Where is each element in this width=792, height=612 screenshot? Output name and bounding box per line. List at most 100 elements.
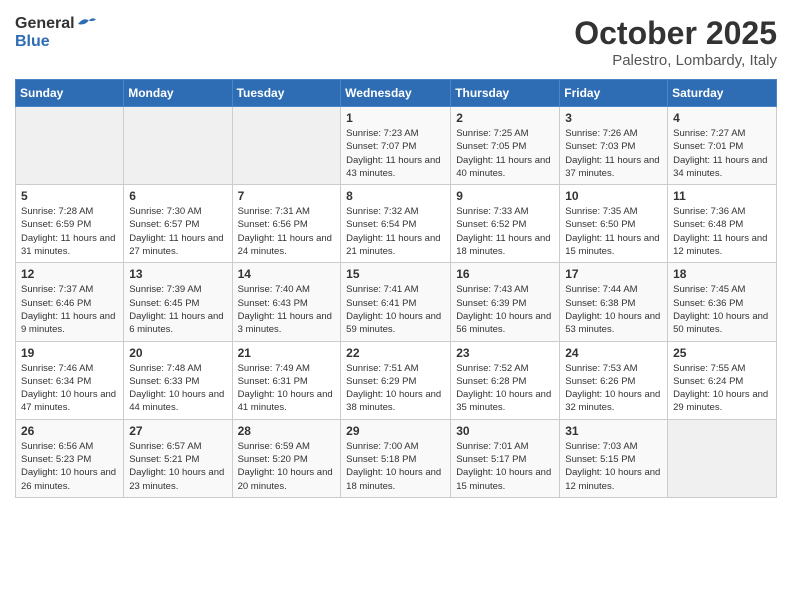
logo: General Blue [15, 15, 98, 51]
cell-info: Sunrise: 7:45 AMSunset: 6:36 PMDaylight:… [673, 283, 771, 336]
calendar-cell: 4 Sunrise: 7:27 AMSunset: 7:01 PMDaylight… [668, 107, 777, 185]
calendar-cell: 7Sunrise: 7:31 AMSunset: 6:56 PMDaylight… [232, 185, 341, 263]
day-number: 17 [565, 267, 662, 281]
day-number: 15 [346, 267, 445, 281]
day-number: 13 [129, 267, 226, 281]
calendar-cell: 13 Sunrise: 7:39 AMSunset: 6:45 PMDayligh… [124, 263, 232, 341]
cell-info: Sunrise: 7:37 AMSunset: 6:46 PMDaylight:… [21, 283, 118, 336]
logo-bird-icon [76, 15, 98, 33]
cell-info: Sunrise: 7:35 AMSunset: 6:50 PMDaylight:… [565, 205, 662, 258]
calendar-cell: 1 Sunrise: 7:23 AMSunset: 7:07 PMDaylight… [341, 107, 451, 185]
logo-general: General [15, 15, 75, 32]
cell-info: Sunrise: 7:36 AMSunset: 6:48 PMDaylight:… [673, 205, 771, 258]
calendar-table: SundayMondayTuesdayWednesdayThursdayFrid… [15, 79, 777, 498]
calendar-cell: 5 Sunrise: 7:28 AMSunset: 6:59 PMDaylight… [16, 185, 124, 263]
day-number: 3 [565, 111, 662, 125]
cell-info: Sunrise: 7:31 AMSunset: 6:56 PMDaylight:… [238, 205, 336, 258]
calendar-cell: 27Sunrise: 6:57 AMSunset: 5:21 PMDayligh… [124, 419, 232, 497]
cell-info: Sunrise: 7:48 AMSunset: 6:33 PMDaylight:… [129, 362, 226, 415]
calendar-cell: 17 Sunrise: 7:44 AMSunset: 6:38 PMDayligh… [560, 263, 668, 341]
day-number: 29 [346, 424, 445, 438]
calendar-cell: 3 Sunrise: 7:26 AMSunset: 7:03 PMDaylight… [560, 107, 668, 185]
cell-info: Sunrise: 7:26 AMSunset: 7:03 PMDaylight:… [565, 127, 662, 180]
cell-info: Sunrise: 7:33 AMSunset: 6:52 PMDaylight:… [456, 205, 554, 258]
cell-info: Sunrise: 7:53 AMSunset: 6:26 PMDaylight:… [565, 362, 662, 415]
cell-info: Sunrise: 7:46 AMSunset: 6:34 PMDaylight:… [21, 362, 118, 415]
calendar-cell: 29 Sunrise: 7:00 AMSunset: 5:18 PMDayligh… [341, 419, 451, 497]
calendar-cell: 30Sunrise: 7:01 AMSunset: 5:17 PMDayligh… [451, 419, 560, 497]
calendar-cell: 16 Sunrise: 7:43 AMSunset: 6:39 PMDayligh… [451, 263, 560, 341]
calendar-header-saturday: Saturday [668, 80, 777, 107]
day-number: 18 [673, 267, 771, 281]
cell-info: Sunrise: 7:30 AMSunset: 6:57 PMDaylight:… [129, 205, 226, 258]
day-number: 27 [129, 424, 226, 438]
cell-info: Sunrise: 7:28 AMSunset: 6:59 PMDaylight:… [21, 205, 118, 258]
cell-info: Sunrise: 7:01 AMSunset: 5:17 PMDaylight:… [456, 440, 554, 493]
day-number: 20 [129, 346, 226, 360]
calendar-cell: 31 Sunrise: 7:03 AMSunset: 5:15 PMDayligh… [560, 419, 668, 497]
day-number: 1 [346, 111, 445, 125]
day-number: 16 [456, 267, 554, 281]
day-number: 24 [565, 346, 662, 360]
calendar-cell: 15 Sunrise: 7:41 AMSunset: 6:41 PMDayligh… [341, 263, 451, 341]
cell-info: Sunrise: 7:41 AMSunset: 6:41 PMDaylight:… [346, 283, 445, 336]
cell-info: Sunrise: 6:56 AMSunset: 5:23 PMDaylight:… [21, 440, 118, 493]
title-block: October 2025 Palestro, Lombardy, Italy [574, 15, 777, 69]
calendar-header-row: SundayMondayTuesdayWednesdayThursdayFrid… [16, 80, 777, 107]
location: Palestro, Lombardy, Italy [574, 52, 777, 69]
day-number: 10 [565, 189, 662, 203]
cell-info: Sunrise: 7:44 AMSunset: 6:38 PMDaylight:… [565, 283, 662, 336]
cell-info: Sunrise: 7:51 AMSunset: 6:29 PMDaylight:… [346, 362, 445, 415]
cell-info: Sunrise: 7:03 AMSunset: 5:15 PMDaylight:… [565, 440, 662, 493]
calendar-cell: 20 Sunrise: 7:48 AMSunset: 6:33 PMDayligh… [124, 341, 232, 419]
calendar-cell: 8 Sunrise: 7:32 AMSunset: 6:54 PMDaylight… [341, 185, 451, 263]
calendar-cell: 6 Sunrise: 7:30 AMSunset: 6:57 PMDaylight… [124, 185, 232, 263]
calendar-cell: 10 Sunrise: 7:35 AMSunset: 6:50 PMDayligh… [560, 185, 668, 263]
calendar-cell: 24 Sunrise: 7:53 AMSunset: 6:26 PMDayligh… [560, 341, 668, 419]
day-number: 14 [238, 267, 336, 281]
cell-info: Sunrise: 7:55 AMSunset: 6:24 PMDaylight:… [673, 362, 771, 415]
header: General Blue October 2025 Palestro, Lomb… [15, 15, 777, 69]
calendar-week-row: 19Sunrise: 7:46 AMSunset: 6:34 PMDayligh… [16, 341, 777, 419]
day-number: 2 [456, 111, 554, 125]
calendar-cell: 28 Sunrise: 6:59 AMSunset: 5:20 PMDayligh… [232, 419, 341, 497]
day-number: 28 [238, 424, 336, 438]
calendar-cell [124, 107, 232, 185]
cell-info: Sunrise: 7:52 AMSunset: 6:28 PMDaylight:… [456, 362, 554, 415]
cell-info: Sunrise: 6:59 AMSunset: 5:20 PMDaylight:… [238, 440, 336, 493]
day-number: 6 [129, 189, 226, 203]
cell-info: Sunrise: 7:32 AMSunset: 6:54 PMDaylight:… [346, 205, 445, 258]
calendar-cell: 21Sunrise: 7:49 AMSunset: 6:31 PMDayligh… [232, 341, 341, 419]
day-number: 31 [565, 424, 662, 438]
calendar-cell [232, 107, 341, 185]
calendar-cell: 25Sunrise: 7:55 AMSunset: 6:24 PMDayligh… [668, 341, 777, 419]
day-number: 5 [21, 189, 118, 203]
calendar-cell: 18 Sunrise: 7:45 AMSunset: 6:36 PMDayligh… [668, 263, 777, 341]
cell-info: Sunrise: 7:25 AMSunset: 7:05 PMDaylight:… [456, 127, 554, 180]
cell-info: Sunrise: 7:40 AMSunset: 6:43 PMDaylight:… [238, 283, 336, 336]
calendar-cell: 22 Sunrise: 7:51 AMSunset: 6:29 PMDayligh… [341, 341, 451, 419]
calendar-week-row: 26 Sunrise: 6:56 AMSunset: 5:23 PMDayligh… [16, 419, 777, 497]
day-number: 23 [456, 346, 554, 360]
cell-info: Sunrise: 7:00 AMSunset: 5:18 PMDaylight:… [346, 440, 445, 493]
cell-info: Sunrise: 7:23 AMSunset: 7:07 PMDaylight:… [346, 127, 445, 180]
calendar-header-thursday: Thursday [451, 80, 560, 107]
calendar-header-tuesday: Tuesday [232, 80, 341, 107]
day-number: 26 [21, 424, 118, 438]
calendar-cell: 11Sunrise: 7:36 AMSunset: 6:48 PMDayligh… [668, 185, 777, 263]
cell-info: Sunrise: 7:43 AMSunset: 6:39 PMDaylight:… [456, 283, 554, 336]
cell-info: Sunrise: 7:27 AMSunset: 7:01 PMDaylight:… [673, 127, 771, 180]
day-number: 4 [673, 111, 771, 125]
calendar-week-row: 1 Sunrise: 7:23 AMSunset: 7:07 PMDaylight… [16, 107, 777, 185]
day-number: 22 [346, 346, 445, 360]
calendar-cell: 2 Sunrise: 7:25 AMSunset: 7:05 PMDaylight… [451, 107, 560, 185]
calendar-cell: 12 Sunrise: 7:37 AMSunset: 6:46 PMDayligh… [16, 263, 124, 341]
calendar-cell [16, 107, 124, 185]
cell-info: Sunrise: 7:39 AMSunset: 6:45 PMDaylight:… [129, 283, 226, 336]
day-number: 8 [346, 189, 445, 203]
calendar-cell: 14 Sunrise: 7:40 AMSunset: 6:43 PMDayligh… [232, 263, 341, 341]
day-number: 12 [21, 267, 118, 281]
calendar-cell: 19Sunrise: 7:46 AMSunset: 6:34 PMDayligh… [16, 341, 124, 419]
calendar-cell [668, 419, 777, 497]
calendar-header-monday: Monday [124, 80, 232, 107]
